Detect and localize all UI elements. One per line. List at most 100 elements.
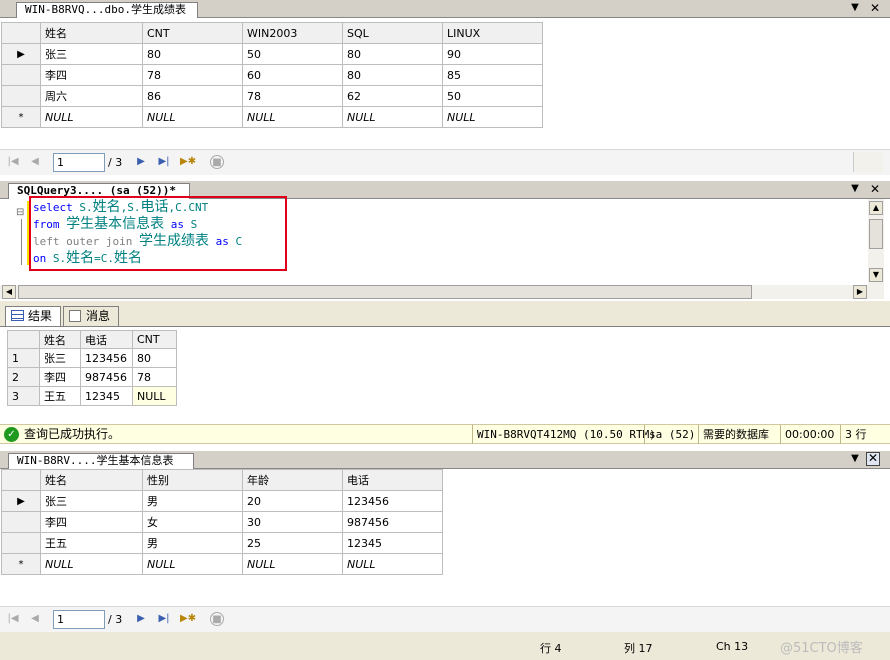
cell[interactable]: 30 [242,511,343,533]
cell[interactable]: 123456 [342,490,443,512]
cell[interactable]: 李四 [40,511,143,533]
scroll-left-icon[interactable]: ◀ [2,285,16,299]
last-record-icon[interactable]: ▶| [157,612,171,626]
tab-student-scores[interactable]: WIN-B8RVQ...dbo.学生成绩表 [16,2,198,18]
table-row[interactable]: 王五 男 25 12345 [1,532,443,554]
current-row-indicator[interactable]: ▶ [1,43,41,65]
table-row[interactable]: 周六 86 78 62 50 [1,85,543,107]
table-row[interactable]: 3 王五 12345 NULL [7,386,177,406]
table-row[interactable]: ▶ 张三 男 20 123456 [1,490,443,512]
cell[interactable]: 90 [442,43,543,65]
scroll-right-icon[interactable]: ▶ [853,285,867,299]
editor-vertical-scrollbar[interactable]: ▲ ▼ [868,199,884,285]
top-panel-scrollbar[interactable] [853,152,883,172]
null-cell[interactable]: NULL [142,553,243,575]
cell[interactable]: 78 [132,367,177,387]
cell[interactable]: 987456 [80,367,133,387]
cell[interactable]: 张三 [40,43,143,65]
cell[interactable]: 女 [142,511,243,533]
column-header[interactable]: 姓名 [39,330,81,349]
next-record-icon[interactable]: ▶ [134,155,148,169]
tab-messages[interactable]: 消息 [63,306,119,326]
new-record-icon[interactable]: ▶✱ [180,612,196,626]
close-icon[interactable]: ✕ [866,452,880,466]
new-row-marker[interactable]: * [1,553,41,575]
column-header[interactable]: 姓名 [40,22,143,44]
cell[interactable]: 张三 [39,348,81,368]
new-row-marker[interactable]: * [1,106,41,128]
scroll-thumb[interactable] [869,219,883,249]
cell[interactable]: 78 [242,85,343,107]
record-number-input[interactable]: 1 [53,610,105,629]
dropdown-icon[interactable]: ▼ [848,1,862,15]
record-number-input[interactable]: 1 [53,153,105,172]
new-record-icon[interactable]: ▶✱ [180,155,196,169]
cell[interactable]: 12345 [80,386,133,406]
dropdown-icon[interactable]: ▼ [848,182,862,196]
column-header[interactable]: 姓名 [40,469,143,491]
column-header[interactable]: CNT [142,22,243,44]
cell[interactable]: 25 [242,532,343,554]
cell[interactable]: 张三 [40,490,143,512]
cell[interactable]: 987456 [342,511,443,533]
column-header[interactable]: 年龄 [242,469,343,491]
null-cell[interactable]: NULL [342,553,443,575]
column-header[interactable]: 性别 [142,469,243,491]
cell[interactable]: 80 [142,43,243,65]
scroll-down-icon[interactable]: ▼ [869,268,883,282]
new-row[interactable]: * NULL NULL NULL NULL NULL [1,106,543,128]
stop-icon[interactable]: ■ [210,612,224,626]
scroll-up-icon[interactable]: ▲ [869,201,883,215]
previous-record-icon[interactable]: ◀ [28,612,42,626]
cell[interactable]: 12345 [342,532,443,554]
cell[interactable]: 80 [342,64,443,86]
column-header[interactable]: LINUX [442,22,543,44]
row-selector[interactable] [1,85,41,107]
first-record-icon[interactable]: |◀ [6,155,20,169]
table-row[interactable]: 李四 女 30 987456 [1,511,443,533]
cell[interactable]: 李四 [39,367,81,387]
cell[interactable]: 80 [342,43,443,65]
table-row[interactable]: 2 李四 987456 78 [7,367,177,387]
null-cell[interactable]: NULL [132,386,177,406]
column-header[interactable]: 电话 [80,330,133,349]
scroll-thumb[interactable] [18,285,752,299]
cell[interactable]: 123456 [80,348,133,368]
cell[interactable]: 周六 [40,85,143,107]
table-row[interactable]: 李四 78 60 80 85 [1,64,543,86]
cell[interactable]: 50 [442,85,543,107]
column-header[interactable]: WIN2003 [242,22,343,44]
null-cell[interactable]: NULL [242,553,343,575]
column-header[interactable]: 电话 [342,469,443,491]
tab-student-info[interactable]: WIN-B8RV....学生基本信息表 [8,453,194,469]
next-record-icon[interactable]: ▶ [134,612,148,626]
row-selector[interactable] [1,532,41,554]
column-header[interactable]: SQL [342,22,443,44]
first-record-icon[interactable]: |◀ [6,612,20,626]
cell[interactable]: 60 [242,64,343,86]
null-cell[interactable]: NULL [142,106,243,128]
null-cell[interactable]: NULL [242,106,343,128]
table-row[interactable]: ▶ 张三 80 50 80 90 [1,43,543,65]
close-icon[interactable]: ✕ [868,1,882,15]
stop-icon[interactable]: ■ [210,155,224,169]
previous-record-icon[interactable]: ◀ [28,155,42,169]
cell[interactable]: 男 [142,532,243,554]
cell[interactable]: 62 [342,85,443,107]
row-selector[interactable] [1,511,41,533]
cell[interactable]: 王五 [40,532,143,554]
null-cell[interactable]: NULL [40,106,143,128]
null-cell[interactable]: NULL [40,553,143,575]
cell[interactable]: 王五 [39,386,81,406]
cell[interactable]: 李四 [40,64,143,86]
cell[interactable]: 20 [242,490,343,512]
cell[interactable]: 80 [132,348,177,368]
null-cell[interactable]: NULL [442,106,543,128]
last-record-icon[interactable]: ▶| [157,155,171,169]
row-number[interactable]: 2 [7,367,40,387]
corner-cell[interactable] [1,22,41,44]
new-row[interactable]: * NULL NULL NULL NULL [1,553,443,575]
corner-cell[interactable] [1,469,41,491]
cell[interactable]: 男 [142,490,243,512]
row-number[interactable]: 3 [7,386,40,406]
